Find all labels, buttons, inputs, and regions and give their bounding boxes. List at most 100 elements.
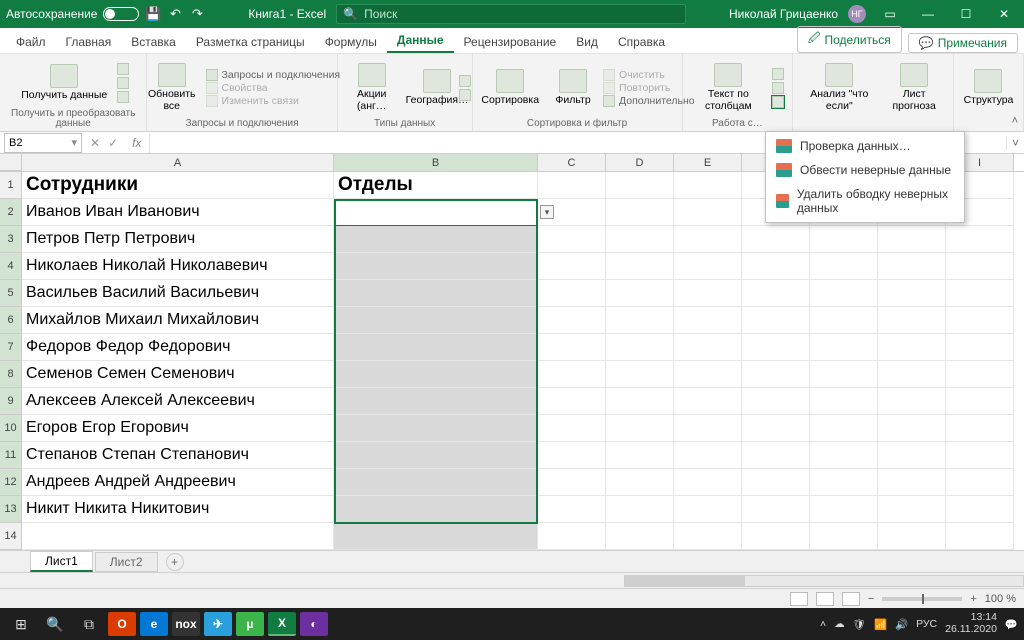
menu-circle-invalid[interactable]: Обвести неверные данные xyxy=(766,158,964,182)
app-edge[interactable]: e xyxy=(140,612,168,636)
row-header[interactable]: 10 xyxy=(0,415,22,442)
cell[interactable] xyxy=(538,226,606,253)
cell[interactable] xyxy=(742,334,810,361)
collapse-ribbon-icon[interactable]: ˄ xyxy=(1012,115,1018,127)
cell[interactable] xyxy=(334,523,538,550)
cell[interactable] xyxy=(878,361,946,388)
cell[interactable] xyxy=(334,253,538,280)
cell[interactable] xyxy=(674,253,742,280)
cell[interactable] xyxy=(538,388,606,415)
row-header[interactable]: 8 xyxy=(0,361,22,388)
cell[interactable] xyxy=(538,334,606,361)
cell[interactable] xyxy=(674,469,742,496)
cell[interactable] xyxy=(878,469,946,496)
cell[interactable] xyxy=(946,415,1014,442)
search-taskbar-icon[interactable]: 🔍 xyxy=(40,612,70,636)
cell[interactable]: Степанов Степан Степанович xyxy=(22,442,334,469)
cell[interactable] xyxy=(334,361,538,388)
tab-review[interactable]: Рецензирование xyxy=(454,30,567,53)
cell[interactable] xyxy=(878,253,946,280)
row-header[interactable]: 14 xyxy=(0,523,22,550)
app-opera[interactable]: O xyxy=(108,612,136,636)
cell[interactable] xyxy=(334,388,538,415)
cell[interactable] xyxy=(674,199,742,226)
cell[interactable] xyxy=(810,226,878,253)
cell[interactable] xyxy=(878,523,946,550)
app-other[interactable]: ◐ xyxy=(300,612,328,636)
tray-onedrive-icon[interactable]: ☁ xyxy=(834,618,845,630)
from-text-icon[interactable] xyxy=(117,63,129,75)
col-header-d[interactable]: D xyxy=(606,154,674,171)
expand-formula-icon[interactable]: ˅ xyxy=(1006,136,1024,150)
cell[interactable] xyxy=(946,496,1014,523)
row-header[interactable]: 6 xyxy=(0,307,22,334)
cell[interactable] xyxy=(742,496,810,523)
cell[interactable] xyxy=(334,334,538,361)
cell[interactable] xyxy=(946,442,1014,469)
cell[interactable] xyxy=(606,496,674,523)
col-header-a[interactable]: A xyxy=(22,154,334,171)
tab-help[interactable]: Справка xyxy=(608,30,675,53)
cell[interactable] xyxy=(606,226,674,253)
view-normal-icon[interactable] xyxy=(790,592,808,606)
app-excel[interactable]: X xyxy=(268,612,296,636)
view-pagebreak-icon[interactable] xyxy=(842,592,860,606)
queries-button[interactable]: Запросы и подключения xyxy=(206,69,341,81)
cell[interactable]: Андреев Андрей Андреевич xyxy=(22,469,334,496)
stocks-button[interactable]: Акции (анг… xyxy=(342,61,401,114)
cell[interactable] xyxy=(810,388,878,415)
menu-clear-circles[interactable]: Удалить обводку неверных данных xyxy=(766,182,964,220)
tab-view[interactable]: Вид xyxy=(566,30,608,53)
cell[interactable] xyxy=(606,199,674,226)
tray-clock[interactable]: 13:1426.11.2020 xyxy=(945,612,997,635)
search-box[interactable]: 🔍 Поиск xyxy=(336,4,686,24)
cell[interactable]: Николаев Николай Николавевич xyxy=(22,253,334,280)
tab-pagelayout[interactable]: Разметка страницы xyxy=(186,30,315,53)
tab-file[interactable]: Файл xyxy=(6,30,56,53)
cell[interactable]: Сотрудники xyxy=(22,172,334,199)
menu-data-validation[interactable]: Проверка данных… xyxy=(766,134,964,158)
zoom-in-icon[interactable]: + xyxy=(970,593,976,605)
tab-data[interactable]: Данные xyxy=(387,28,454,53)
cell[interactable] xyxy=(946,388,1014,415)
cell[interactable] xyxy=(810,361,878,388)
row-header[interactable]: 5 xyxy=(0,280,22,307)
cell[interactable] xyxy=(946,253,1014,280)
cell[interactable] xyxy=(538,469,606,496)
app-utorrent[interactable]: µ xyxy=(236,612,264,636)
cell[interactable] xyxy=(606,523,674,550)
cell[interactable] xyxy=(810,469,878,496)
row-header[interactable]: 13 xyxy=(0,496,22,523)
zoom-slider[interactable] xyxy=(882,597,962,601)
cell[interactable] xyxy=(334,280,538,307)
maximize-icon[interactable]: ☐ xyxy=(952,0,980,28)
cell[interactable] xyxy=(742,415,810,442)
cell[interactable] xyxy=(742,469,810,496)
cell[interactable] xyxy=(742,307,810,334)
tab-formulas[interactable]: Формулы xyxy=(315,30,387,53)
cell[interactable] xyxy=(606,361,674,388)
outline-button[interactable]: Структура xyxy=(960,67,1018,109)
cell[interactable] xyxy=(810,307,878,334)
cell[interactable] xyxy=(878,226,946,253)
cell[interactable] xyxy=(538,253,606,280)
cell[interactable] xyxy=(334,307,538,334)
cell[interactable] xyxy=(538,415,606,442)
from-table-icon[interactable] xyxy=(117,91,129,103)
cell[interactable]: Никит Никита Никитович xyxy=(22,496,334,523)
cell[interactable] xyxy=(334,415,538,442)
sheet-tab-2[interactable]: Лист2 xyxy=(95,552,158,572)
cell[interactable] xyxy=(334,469,538,496)
reapply-button[interactable]: Повторить xyxy=(603,82,695,94)
cell[interactable]: Васильев Василий Васильевич xyxy=(22,280,334,307)
cell[interactable] xyxy=(946,334,1014,361)
filter-button[interactable]: Фильтр xyxy=(549,67,597,109)
cell[interactable] xyxy=(538,307,606,334)
cell[interactable] xyxy=(674,523,742,550)
cell[interactable] xyxy=(742,280,810,307)
cell[interactable] xyxy=(606,442,674,469)
comments-button[interactable]: 💬 Примечания xyxy=(908,33,1018,53)
cell[interactable]: Егоров Егор Егорович xyxy=(22,415,334,442)
autosave-toggle[interactable] xyxy=(103,7,139,21)
data-validation-icon[interactable] xyxy=(772,96,784,108)
